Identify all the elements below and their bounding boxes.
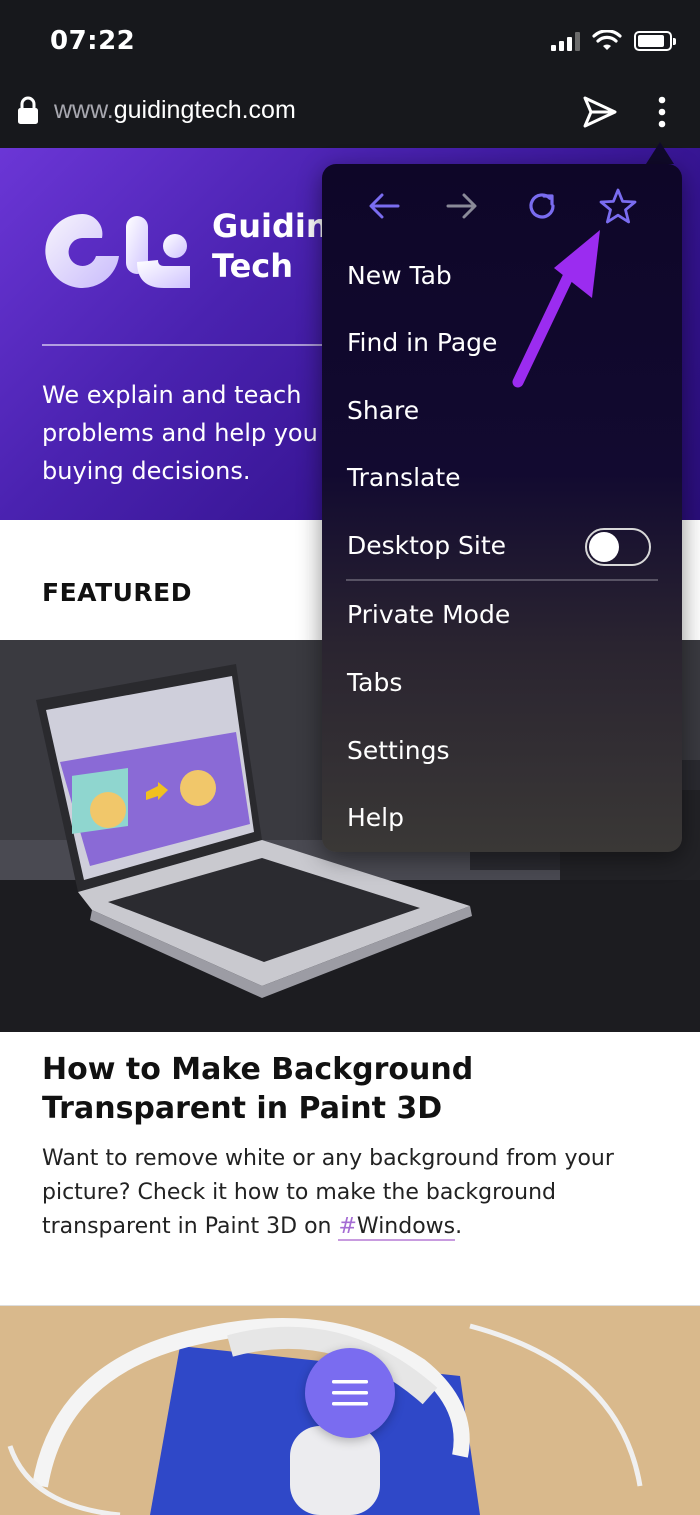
article-description: Want to remove white or any background f… <box>42 1142 662 1244</box>
desktop-site-toggle[interactable] <box>585 528 651 566</box>
forward-button[interactable] <box>440 184 484 228</box>
wifi-icon <box>592 30 622 50</box>
address-bar[interactable]: www.guidingtech.com <box>0 82 700 148</box>
tagline-line: buying decisions. <box>42 457 251 485</box>
windows-hashtag-link[interactable]: #Windows <box>338 1214 456 1241</box>
hashtag-mark: # <box>338 1214 357 1239</box>
send-icon[interactable] <box>580 92 620 132</box>
hero-divider <box>42 344 342 346</box>
more-options-icon[interactable] <box>652 94 672 130</box>
menu-fab-button[interactable] <box>305 1348 395 1438</box>
status-icons <box>551 30 676 52</box>
menu-item-translate[interactable]: Translate <box>347 462 461 494</box>
back-button[interactable] <box>362 184 406 228</box>
hero-tagline: We explain and teach problems and help y… <box>42 376 332 490</box>
bookmark-star-icon <box>599 188 637 224</box>
article-desc-suffix: . <box>455 1214 463 1239</box>
menu-item-desktop-site[interactable]: Desktop Site <box>347 530 506 562</box>
guiding-tech-logo[interactable] <box>42 210 192 292</box>
menu-item-find-in-page[interactable]: Find in Page <box>347 327 497 359</box>
menu-item-private-mode[interactable]: Private Mode <box>347 599 510 631</box>
status-bar: 07:22 <box>0 0 700 82</box>
brand-name: Guidin Tech <box>212 207 329 285</box>
menu-caret <box>646 142 674 164</box>
featured-label: FEATURED <box>42 578 192 607</box>
forward-arrow-icon <box>446 193 477 219</box>
url-prefix: www. <box>54 96 114 124</box>
menu-item-settings[interactable]: Settings <box>347 735 450 767</box>
menu-separator <box>346 579 658 581</box>
battery-icon <box>634 31 676 51</box>
status-time: 07:22 <box>50 26 136 56</box>
url-domain: guidingtech.com <box>113 96 296 124</box>
article-title[interactable]: How to Make Background Transparent in Pa… <box>42 1050 662 1128</box>
menu-item-share[interactable]: Share <box>347 395 419 427</box>
menu-item-help[interactable]: Help <box>347 802 404 834</box>
hashtag-text: Windows <box>356 1214 456 1239</box>
lock-icon <box>18 96 38 124</box>
url-text[interactable]: www.guidingtech.com <box>54 96 296 125</box>
hamburger-icon <box>332 1380 368 1406</box>
cellular-signal-icon <box>551 31 580 51</box>
menu-item-tabs[interactable]: Tabs <box>347 667 402 699</box>
toggle-knob <box>589 532 619 562</box>
article-desc-text: Want to remove white or any background f… <box>42 1146 614 1239</box>
annotation-arrow-icon <box>512 230 600 388</box>
back-arrow-icon <box>369 193 400 219</box>
menu-item-new-tab[interactable]: New Tab <box>347 260 452 292</box>
tagline-line: We explain and teach <box>42 381 302 409</box>
reload-icon <box>529 193 555 219</box>
tagline-line: problems and help you <box>42 419 318 447</box>
